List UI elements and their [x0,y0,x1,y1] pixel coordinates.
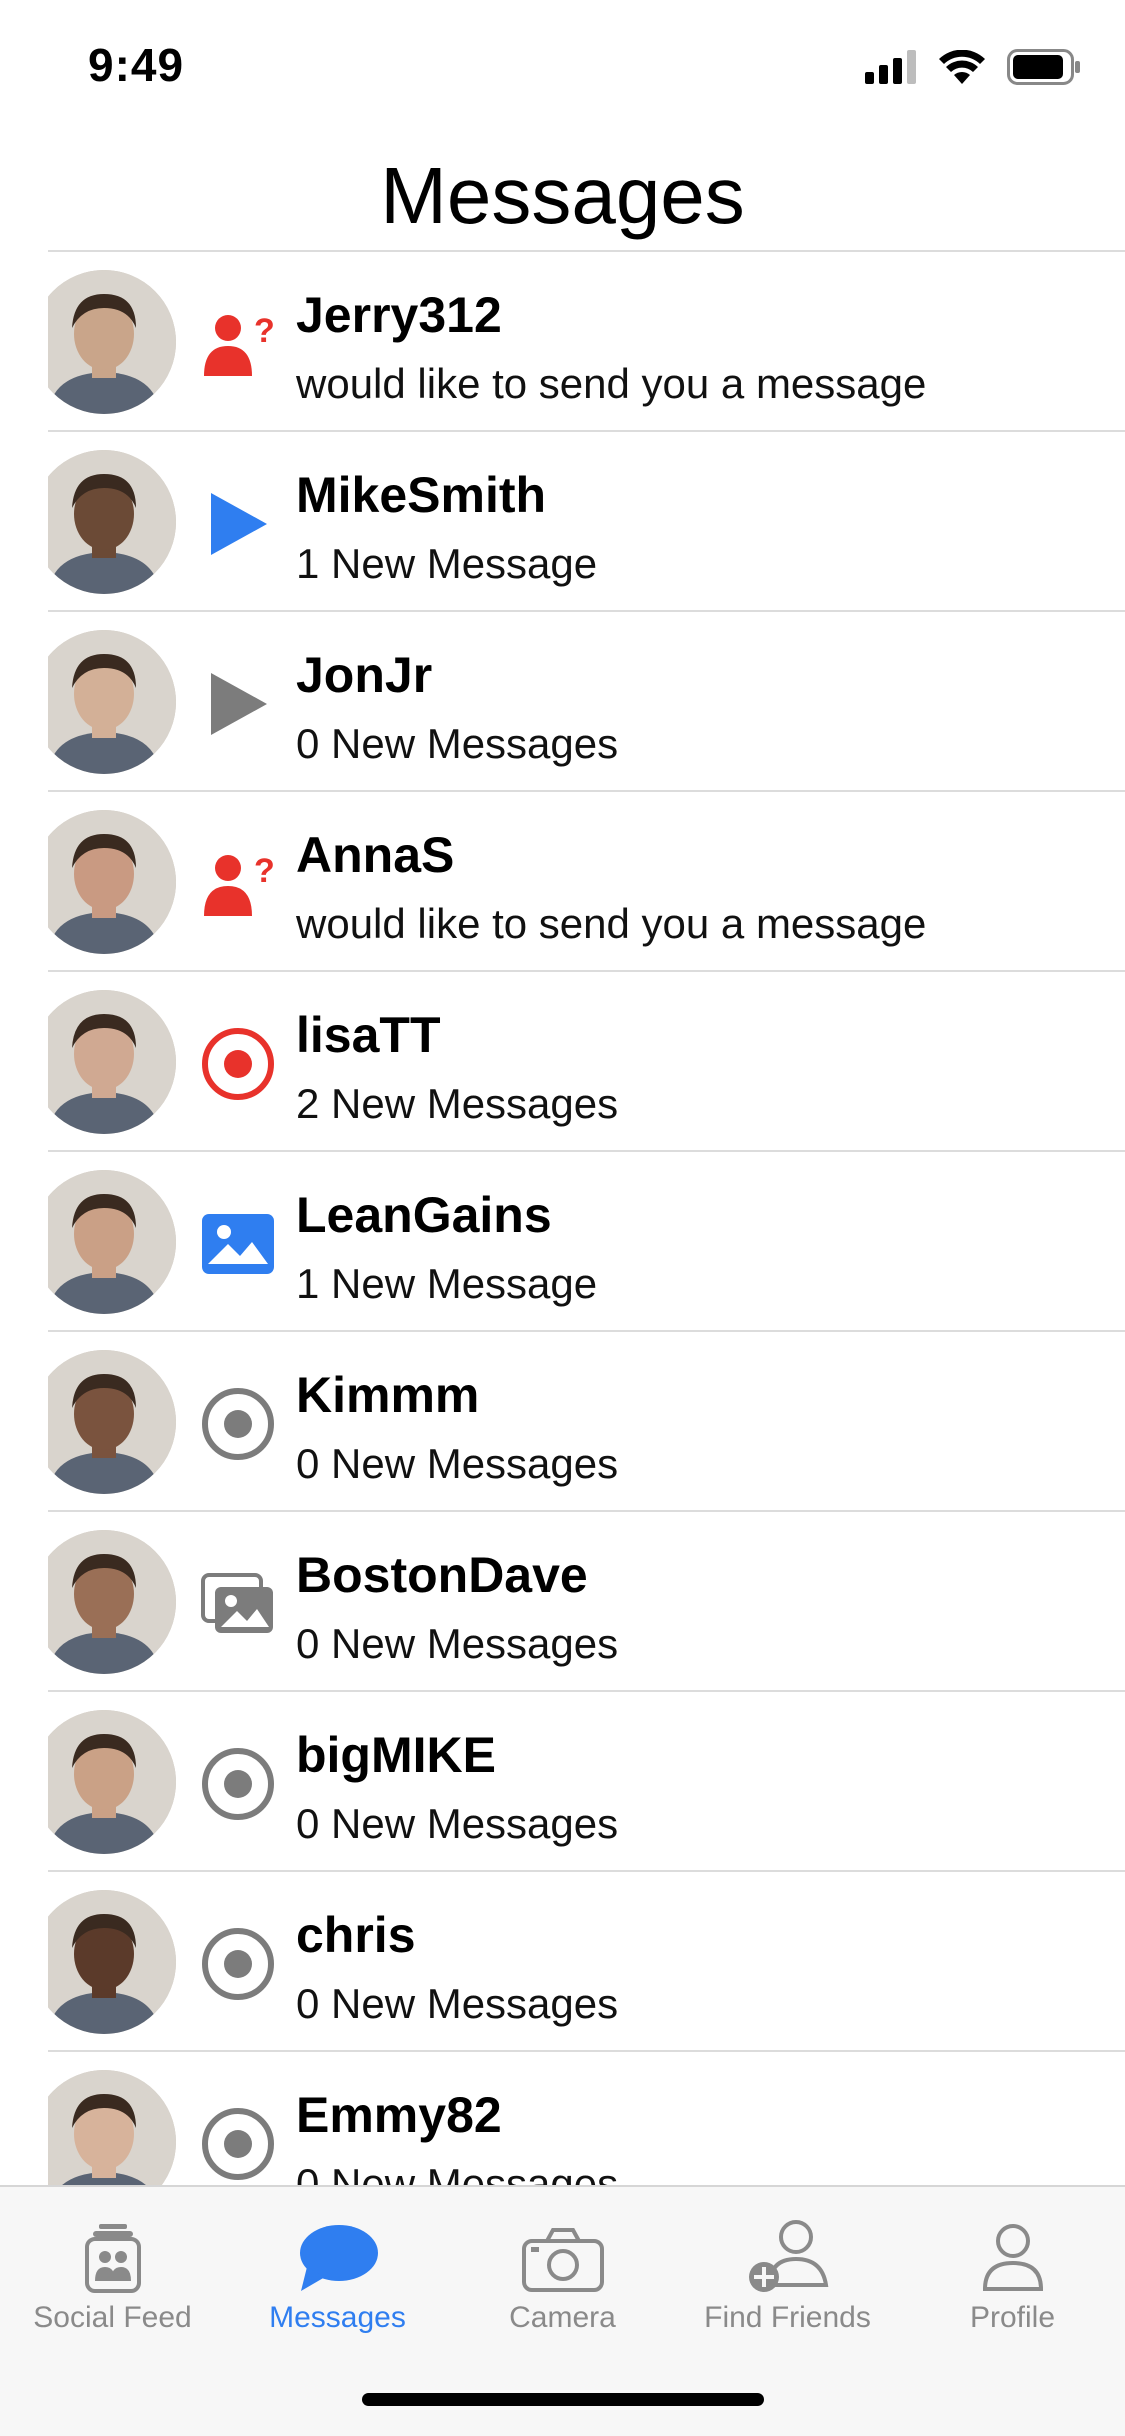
tab-label: Find Friends [704,2301,871,2334]
avatar[interactable] [48,1170,176,1314]
record-icon [200,1026,276,1102]
tab-label: Profile [969,2301,1056,2334]
message-status-text: 1 New Message [296,540,598,587]
page-title: Messages [380,151,745,240]
svg-text:?: ? [254,852,274,890]
conversation-row[interactable]: ? Jerry312 would like to send you a messag… [48,252,1125,432]
tab-label: Camera [509,2301,616,2334]
contact-name: chris [296,1907,416,1963]
avatar[interactable] [48,990,176,1134]
tab-messages[interactable]: Messages [225,2207,450,2347]
conversation-row[interactable]: bigMIKE 0 New Messages [48,1692,1125,1872]
message-status-text: 0 New Messages [296,1440,619,1487]
contact-name: AnnaS [296,827,455,883]
contact-name: Jerry312 [296,287,502,343]
conversation-row[interactable]: Kimmm 0 New Messages [48,1332,1125,1512]
wifi-icon [939,49,985,89]
contact-name: Kimmm [296,1367,480,1423]
cellular-signal-icon [865,49,917,89]
contact-name: bigMIKE [296,1727,496,1783]
tab-label: Messages [269,2301,406,2334]
tab-social-feed[interactable]: Social Feed [0,2207,225,2347]
conversation-row[interactable]: LeanGains 1 New Message [48,1152,1125,1332]
message-status-text: would like to send you a message [296,900,927,947]
message-status-text: 2 New Messages [296,1080,619,1127]
conversation-list[interactable]: ? Jerry312 would like to send you a messag… [48,250,1125,2185]
conversation-row[interactable]: ? AnnaS would like to send you a message [48,792,1125,972]
tab-camera[interactable]: Camera [450,2207,675,2347]
avatar[interactable] [48,630,176,774]
conversation-row[interactable]: Emmy82 0 New Messages [48,2052,1125,2185]
play-icon [200,486,276,562]
conversation-row[interactable]: lisaTT 2 New Messages [48,972,1125,1152]
request-icon: ? [200,846,276,922]
conversation-row[interactable]: chris 0 New Messages [48,1872,1125,2052]
contact-name: JonJr [296,647,433,703]
message-status-text: 0 New Messages [296,2160,619,2185]
message-status-text: 1 New Message [296,1260,598,1307]
camera-icon [450,2207,675,2293]
person-icon [900,2207,1125,2293]
contact-name: BostonDave [296,1547,588,1603]
contact-name: lisaTT [296,1007,441,1063]
tab-label: Social Feed [33,2301,192,2334]
avatar[interactable] [48,810,176,954]
image-icon [200,1206,276,1282]
battery-icon [1007,48,1081,90]
status-bar: 9:49 [0,0,1125,140]
record-icon [200,2106,276,2182]
social-feed-icon [0,2207,225,2293]
contact-name: Emmy82 [296,2087,502,2143]
message-status-text: would like to send you a message [296,360,927,407]
tab-find-friends[interactable]: Find Friends [675,2207,900,2347]
avatar[interactable] [48,1890,176,2034]
contact-name: LeanGains [296,1187,552,1243]
record-icon [200,1746,276,1822]
avatar[interactable] [48,1350,176,1494]
record-icon [200,1386,276,1462]
images-icon [200,1566,276,1642]
status-icons [865,48,1081,90]
avatar[interactable] [48,1710,176,1854]
status-time: 9:49 [88,39,185,91]
message-status-text: 0 New Messages [296,720,619,767]
add-person-icon [675,2207,900,2293]
avatar[interactable] [48,2070,176,2185]
conversation-row[interactable]: BostonDave 0 New Messages [48,1512,1125,1692]
message-status-text: 0 New Messages [296,1980,619,2027]
avatar[interactable] [48,270,176,414]
chat-bubble-icon [225,2207,450,2293]
avatar[interactable] [48,450,176,594]
contact-name: MikeSmith [296,467,547,523]
message-status-text: 0 New Messages [296,1620,619,1667]
record-icon [200,1926,276,2002]
request-icon: ? [200,306,276,382]
tab-profile[interactable]: Profile [900,2207,1125,2347]
message-status-text: 0 New Messages [296,1800,619,1847]
svg-text:?: ? [254,312,274,350]
conversation-row[interactable]: JonJr 0 New Messages [48,612,1125,792]
avatar[interactable] [48,1530,176,1674]
home-indicator [362,2393,764,2406]
play-icon [200,666,276,742]
conversation-row[interactable]: MikeSmith 1 New Message [48,432,1125,612]
